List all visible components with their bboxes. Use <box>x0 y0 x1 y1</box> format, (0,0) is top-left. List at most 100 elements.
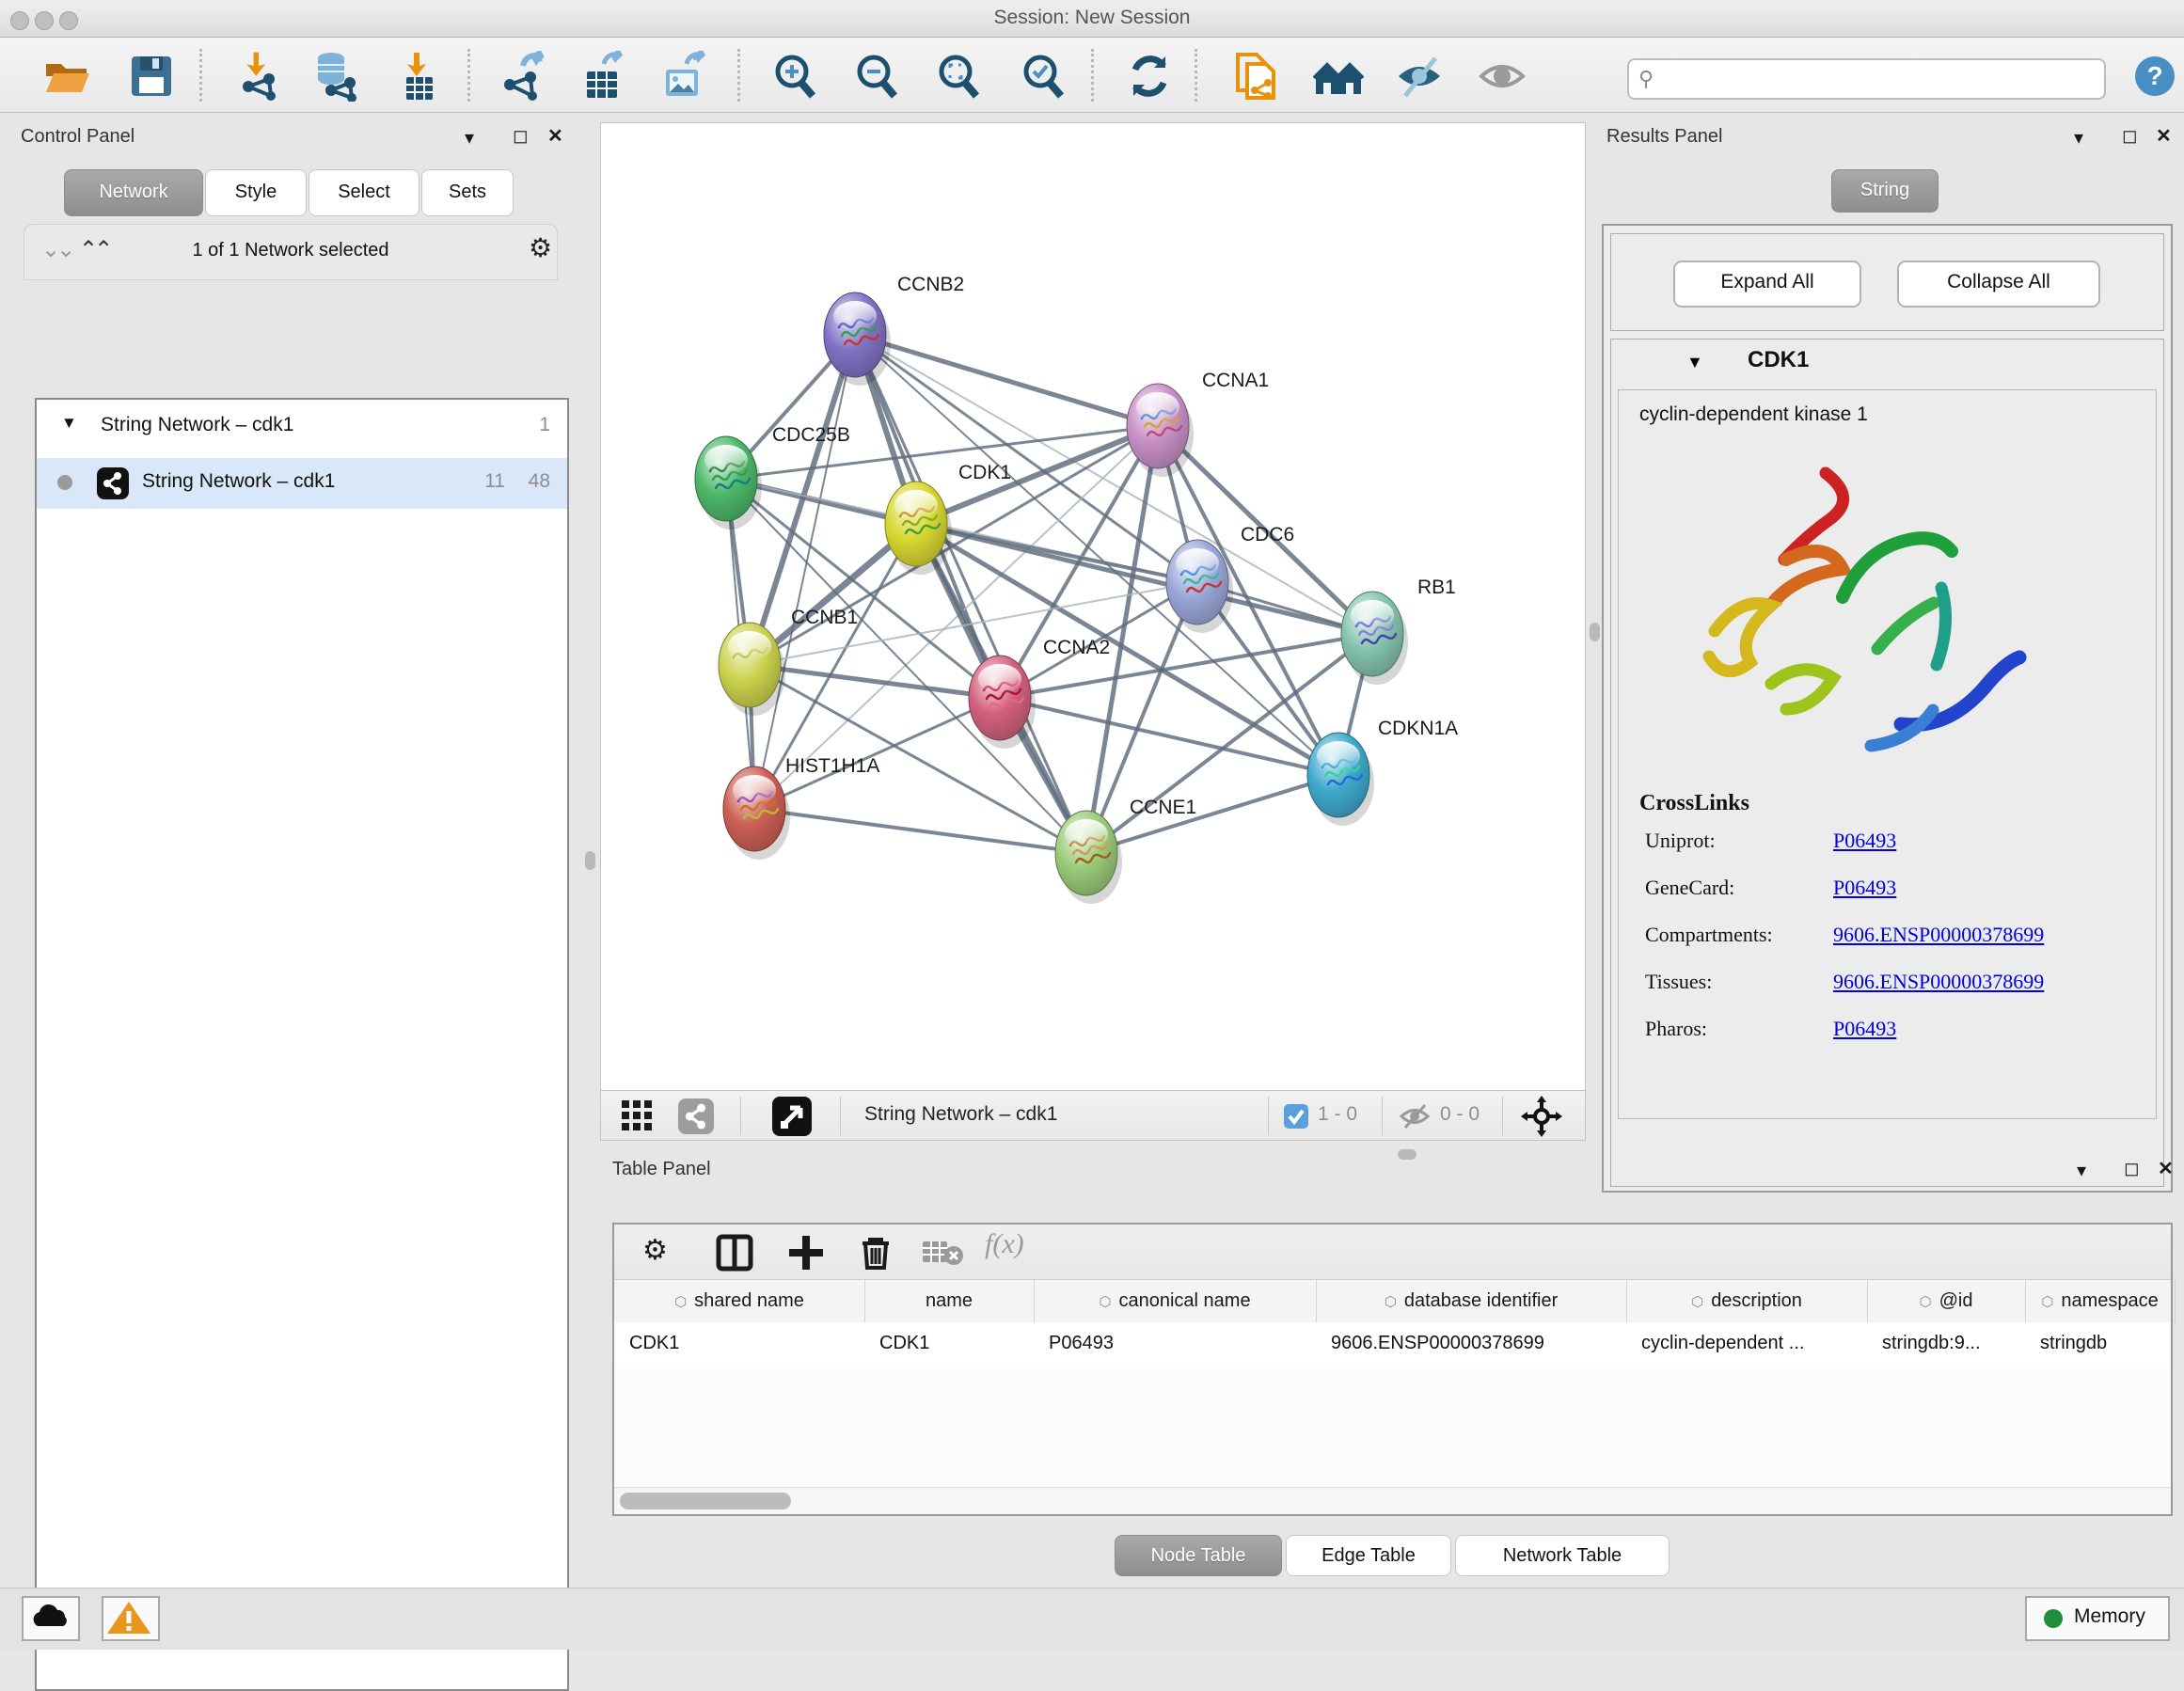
control-panel-close-icon[interactable]: ✕ <box>547 124 563 148</box>
column-namespace-icon: ⬡ <box>674 1294 687 1310</box>
tab-sets[interactable]: Sets <box>421 169 514 216</box>
export-network-icon[interactable] <box>499 51 549 102</box>
results-panel-float-icon[interactable]: ◻ <box>2122 124 2138 148</box>
node-CCNA1[interactable]: CCNA1 <box>1127 370 1269 477</box>
apply-layout-icon[interactable] <box>1124 51 1175 102</box>
table-panel-close-icon[interactable]: ✕ <box>2158 1157 2174 1180</box>
edge-CCNB2-CCNE1[interactable] <box>855 335 1086 853</box>
tab-network-table[interactable]: Network Table <box>1455 1535 1670 1576</box>
edge-HIST1H1A-CCNE1[interactable] <box>754 809 1086 853</box>
fit-selected-crosshair-icon[interactable] <box>1521 1096 1562 1137</box>
network-canvas[interactable]: CCNB2CCNA1CDC25BCDK1CDC6RB1CCNB1CCNA2CDK… <box>600 122 1586 1091</box>
edge-CCNB2-RB1[interactable] <box>855 335 1372 634</box>
node-HIST1H1A[interactable]: HIST1H1A <box>723 755 879 860</box>
table-panel-float-icon[interactable]: ◻ <box>2124 1157 2140 1180</box>
add-column-icon[interactable] <box>787 1234 825 1272</box>
crosslink-link[interactable]: P06493 <box>1833 876 1896 900</box>
left-splitter-handle[interactable] <box>585 851 595 870</box>
edge-CCNA2-HIST1H1A[interactable] <box>754 698 1000 809</box>
hide-selected-icon[interactable] <box>1394 51 1445 102</box>
tab-select[interactable]: Select <box>309 169 419 216</box>
save-session-icon[interactable] <box>126 51 177 102</box>
table-cell[interactable]: CDK1 <box>614 1322 879 1364</box>
tab-edge-table[interactable]: Edge Table <box>1286 1535 1451 1576</box>
table-cell[interactable]: P06493 <box>1034 1322 1331 1364</box>
search-input[interactable] <box>1669 62 2096 94</box>
crosslink-link[interactable]: P06493 <box>1833 1017 1896 1041</box>
delete-column-icon[interactable] <box>857 1234 894 1272</box>
network-row-selected[interactable]: String Network – cdk1 11 48 <box>37 458 567 509</box>
crosslink-link[interactable]: P06493 <box>1833 829 1896 853</box>
home-networks-icon[interactable] <box>1313 51 1364 102</box>
network-collection-row[interactable]: ▼ String Network – cdk1 1 <box>37 404 567 453</box>
duplicate-network-icon[interactable] <box>1230 51 1281 102</box>
tab-node-table[interactable]: Node Table <box>1115 1535 1282 1576</box>
network-options-gear-icon[interactable]: ⚙ <box>529 232 552 263</box>
node-CDKN1A[interactable]: CDKN1A <box>1307 718 1458 826</box>
table-cell[interactable]: stringdb:9... <box>1867 1322 2040 1364</box>
birds-eye-view-icon[interactable] <box>772 1097 812 1136</box>
table-cell[interactable]: cyclin-dependent ... <box>1626 1322 1882 1364</box>
edge-CCNB1-CCNA2[interactable] <box>750 665 1000 698</box>
crosslinks-list: Uniprot:P06493GeneCard:P06493Compartment… <box>1619 829 2158 1092</box>
selected-checkbox-icon[interactable] <box>1284 1104 1308 1129</box>
table-cell[interactable]: CDK1 <box>864 1322 1049 1364</box>
column-header-database-identifier[interactable]: ⬡database identifier <box>1316 1280 1627 1323</box>
network-type-badge-icon[interactable] <box>678 1098 714 1134</box>
help-icon[interactable]: ? <box>2133 55 2176 98</box>
open-session-icon[interactable] <box>41 51 92 102</box>
control-panel-menu-icon[interactable]: ▾ <box>465 126 474 150</box>
edge-CCNB2-HIST1H1A[interactable] <box>754 335 855 809</box>
import-network-from-database-icon[interactable] <box>310 51 361 102</box>
column-header--id[interactable]: ⬡@id <box>1867 1280 2026 1323</box>
export-image-icon[interactable] <box>658 51 709 102</box>
edge-CCNA2-CDKN1A[interactable] <box>1000 698 1338 775</box>
function-builder-icon[interactable]: f(x) <box>985 1228 1060 1266</box>
column-header-namespace[interactable]: ⬡namespace <box>2025 1280 2176 1323</box>
node-CCNB2[interactable]: CCNB2 <box>824 274 964 386</box>
table-cell[interactable]: 9606.ENSP00000378699 <box>1316 1322 1641 1364</box>
table-row[interactable]: CDK1CDK1P064939606.ENSP00000378699cyclin… <box>614 1322 2171 1364</box>
cloud-status-button[interactable] <box>22 1596 80 1641</box>
collection-expander-icon[interactable]: ▼ <box>61 414 77 433</box>
memory-button[interactable]: Memory <box>2025 1596 2170 1641</box>
table-options-gear-icon[interactable]: ⚙ <box>642 1234 680 1272</box>
node-section-expander-icon[interactable]: ▼ <box>1686 353 1703 372</box>
collapse-all-button[interactable]: Collapse All <box>1897 261 2100 308</box>
column-header-shared-name[interactable]: ⬡shared name <box>614 1280 865 1323</box>
table-hscrollbar-thumb[interactable] <box>620 1493 791 1509</box>
zoom-selected-icon[interactable] <box>1018 51 1068 102</box>
export-table-icon[interactable] <box>578 51 628 102</box>
node-CCNE1[interactable]: CCNE1 <box>1055 797 1196 904</box>
zoom-out-icon[interactable] <box>851 51 902 102</box>
node-CDC25B[interactable]: CDC25B <box>695 424 850 529</box>
import-network-icon[interactable] <box>235 51 286 102</box>
edge-CCNB2-CCNA1[interactable] <box>855 335 1158 426</box>
control-panel-float-icon[interactable]: ◻ <box>513 124 529 148</box>
tab-network[interactable]: Network <box>64 169 203 216</box>
results-panel-close-icon[interactable]: ✕ <box>2156 124 2172 148</box>
edge-CDKN1A-CCNE1[interactable] <box>1086 775 1338 853</box>
show-all-icon[interactable] <box>1477 51 1527 102</box>
show-grid-icon[interactable] <box>622 1100 654 1132</box>
crosslink-link[interactable]: 9606.ENSP00000378699 <box>1833 970 2044 994</box>
tab-string[interactable]: String <box>1831 169 1939 213</box>
edge-CDK1-RB1[interactable] <box>916 524 1372 634</box>
expand-all-button[interactable]: Expand All <box>1673 261 1861 308</box>
table-cell[interactable]: stringdb <box>2025 1322 2184 1364</box>
crosslink-link[interactable]: 9606.ENSP00000378699 <box>1833 923 2044 947</box>
results-panel-menu-icon[interactable]: ▾ <box>2074 126 2083 150</box>
zoom-in-icon[interactable] <box>769 51 820 102</box>
warnings-button[interactable] <box>102 1596 160 1641</box>
zoom-fit-icon[interactable] <box>933 51 984 102</box>
table-panel-menu-icon[interactable]: ▾ <box>2077 1159 2086 1182</box>
column-header-canonical-name[interactable]: ⬡canonical name <box>1034 1280 1317 1323</box>
tab-style[interactable]: Style <box>205 169 307 216</box>
network-selection-status: 1 of 1 Network selected <box>24 240 557 261</box>
show-columns-icon[interactable] <box>716 1234 753 1272</box>
delete-table-icon[interactable] <box>923 1240 964 1266</box>
column-header-description[interactable]: ⬡description <box>1626 1280 1868 1323</box>
column-header-name[interactable]: name <box>864 1280 1035 1323</box>
import-table-icon[interactable] <box>393 51 444 102</box>
node-RB1[interactable]: RB1 <box>1341 577 1456 685</box>
